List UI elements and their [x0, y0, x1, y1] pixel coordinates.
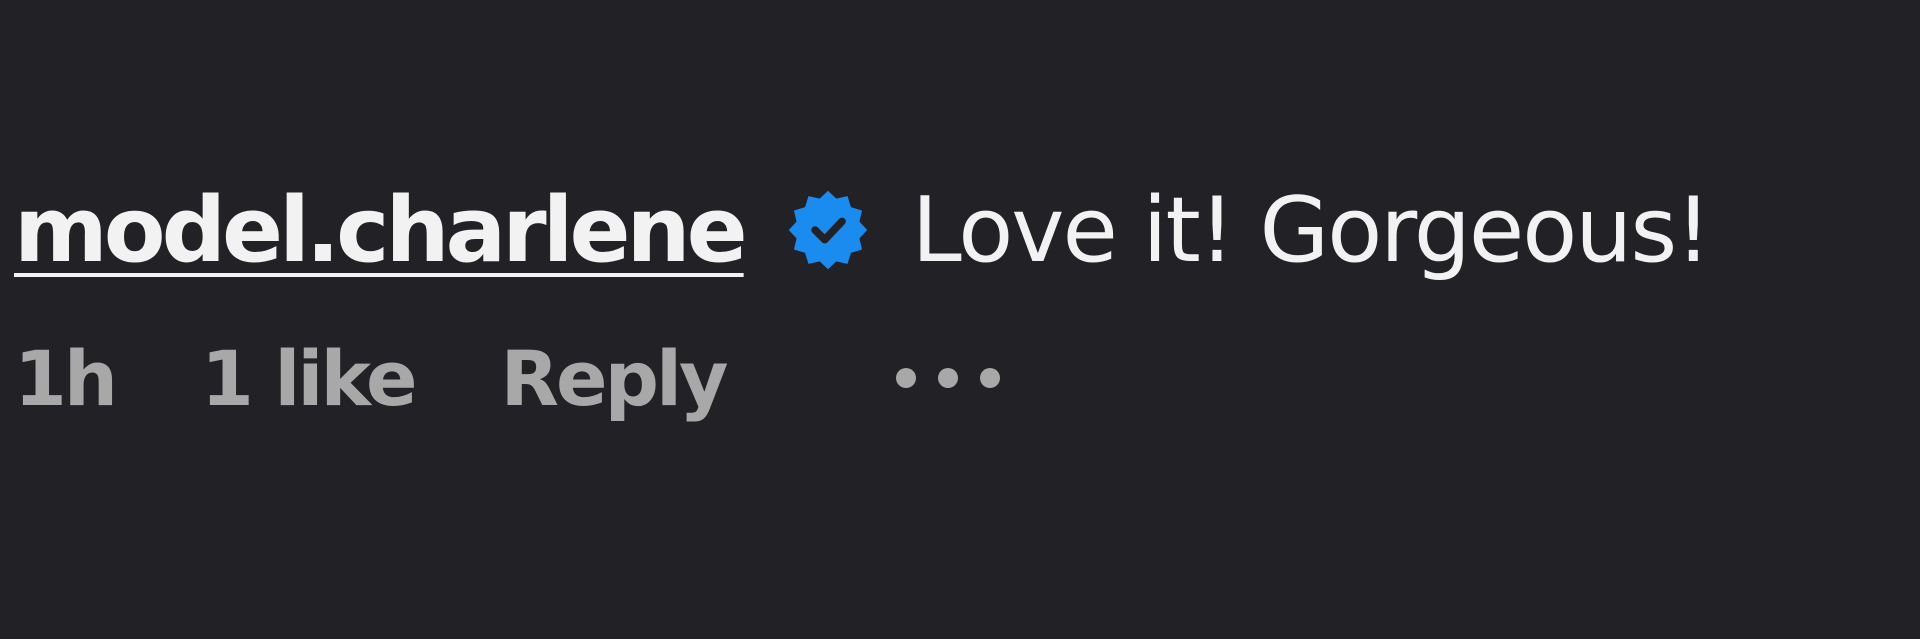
more-dot	[937, 368, 958, 388]
more-dot	[895, 368, 916, 388]
comment: model.charlene Love it! Gorgeous! 1h 1 l…	[14, 170, 1914, 438]
reply-button[interactable]: Reply	[501, 334, 729, 423]
more-options-icon[interactable]	[895, 348, 1000, 408]
username-link[interactable]: model.charlene	[14, 178, 748, 283]
comment-line: model.charlene Love it! Gorgeous!	[14, 170, 1914, 290]
likes-count[interactable]: 1 like	[201, 334, 417, 423]
verified-badge-icon	[774, 176, 882, 284]
comment-text: Love it! Gorgeous!	[911, 177, 1712, 283]
more-dot	[979, 368, 1000, 388]
timestamp[interactable]: 1h	[14, 334, 118, 423]
comment-actions: 1h 1 like Reply	[14, 318, 1914, 438]
